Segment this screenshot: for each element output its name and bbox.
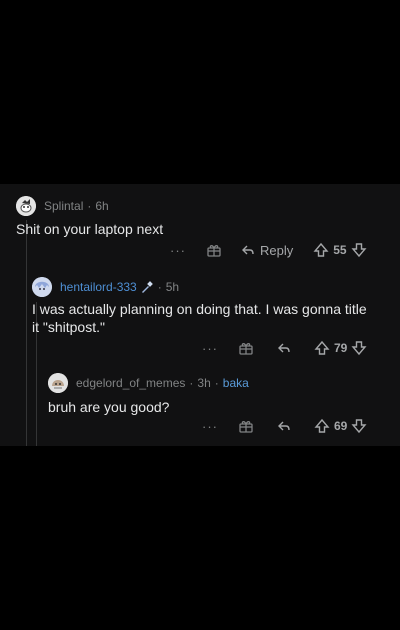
comment-actions: ··· Reply 55 [168,240,367,260]
downvote-arrow-icon [351,419,367,434]
upvote-arrow-icon [314,340,330,355]
separator: · [189,376,194,390]
reply-arrow-icon [242,245,254,255]
comment-header: Splintal · 6h [16,196,109,216]
thread-line[interactable] [26,220,27,446]
user-flair: baka [222,376,249,390]
more-options-button[interactable]: ··· [200,419,220,434]
downvote-button[interactable] [351,242,367,258]
upvote-button[interactable] [314,340,330,356]
timestamp: 5h [165,280,180,294]
upvote-arrow-icon [313,242,329,257]
downvote-button[interactable] [351,418,367,434]
gift-icon [239,421,253,433]
comment-actions: ··· 79 [200,338,367,358]
reply-label: Reply [260,242,294,258]
reply-button[interactable] [276,340,296,356]
reply-arrow-icon [278,421,290,431]
avatar[interactable] [32,277,52,297]
comment-body: I was actually planning on doing that. I… [32,301,367,335]
upvote-arrow-icon [314,418,330,433]
separator: · [87,199,92,213]
separator: · [214,376,219,390]
downvote-arrow-icon [351,243,367,258]
username[interactable]: Splintal [44,199,83,213]
more-options-button[interactable]: ··· [200,341,220,356]
award-button[interactable] [206,242,222,258]
timestamp: 3h [197,376,211,390]
reply-button[interactable]: Reply [240,242,293,258]
comment-body: Shit on your laptop next [16,221,164,237]
timestamp: 6h [95,199,109,213]
more-options-button[interactable]: ··· [168,243,188,258]
reply-button[interactable] [276,418,296,434]
award-button[interactable] [238,418,254,434]
username[interactable]: hentailord-333 [60,280,137,294]
vote-count: 79 [334,341,348,355]
avatar[interactable] [16,196,36,216]
comment-header: edgelord_of_memes · 3h · baka [48,373,249,393]
mod-badge-icon [140,280,154,294]
comment-actions: ··· 69 [200,416,367,436]
gift-icon [207,245,221,257]
downvote-arrow-icon [351,341,367,356]
comment-header: hentailord-333 · 5h [32,277,179,297]
reply-arrow-icon [278,343,290,353]
username[interactable]: edgelord_of_memes [76,376,185,390]
upvote-button[interactable] [313,242,329,258]
separator: · [157,280,162,294]
gift-icon [239,343,253,355]
upvote-button[interactable] [314,418,330,434]
vote-count: 69 [334,419,348,433]
avatar[interactable] [48,373,68,393]
vote-count: 55 [333,243,347,257]
award-button[interactable] [238,340,254,356]
downvote-button[interactable] [351,340,367,356]
comment-body: bruh are you good? [48,399,170,415]
